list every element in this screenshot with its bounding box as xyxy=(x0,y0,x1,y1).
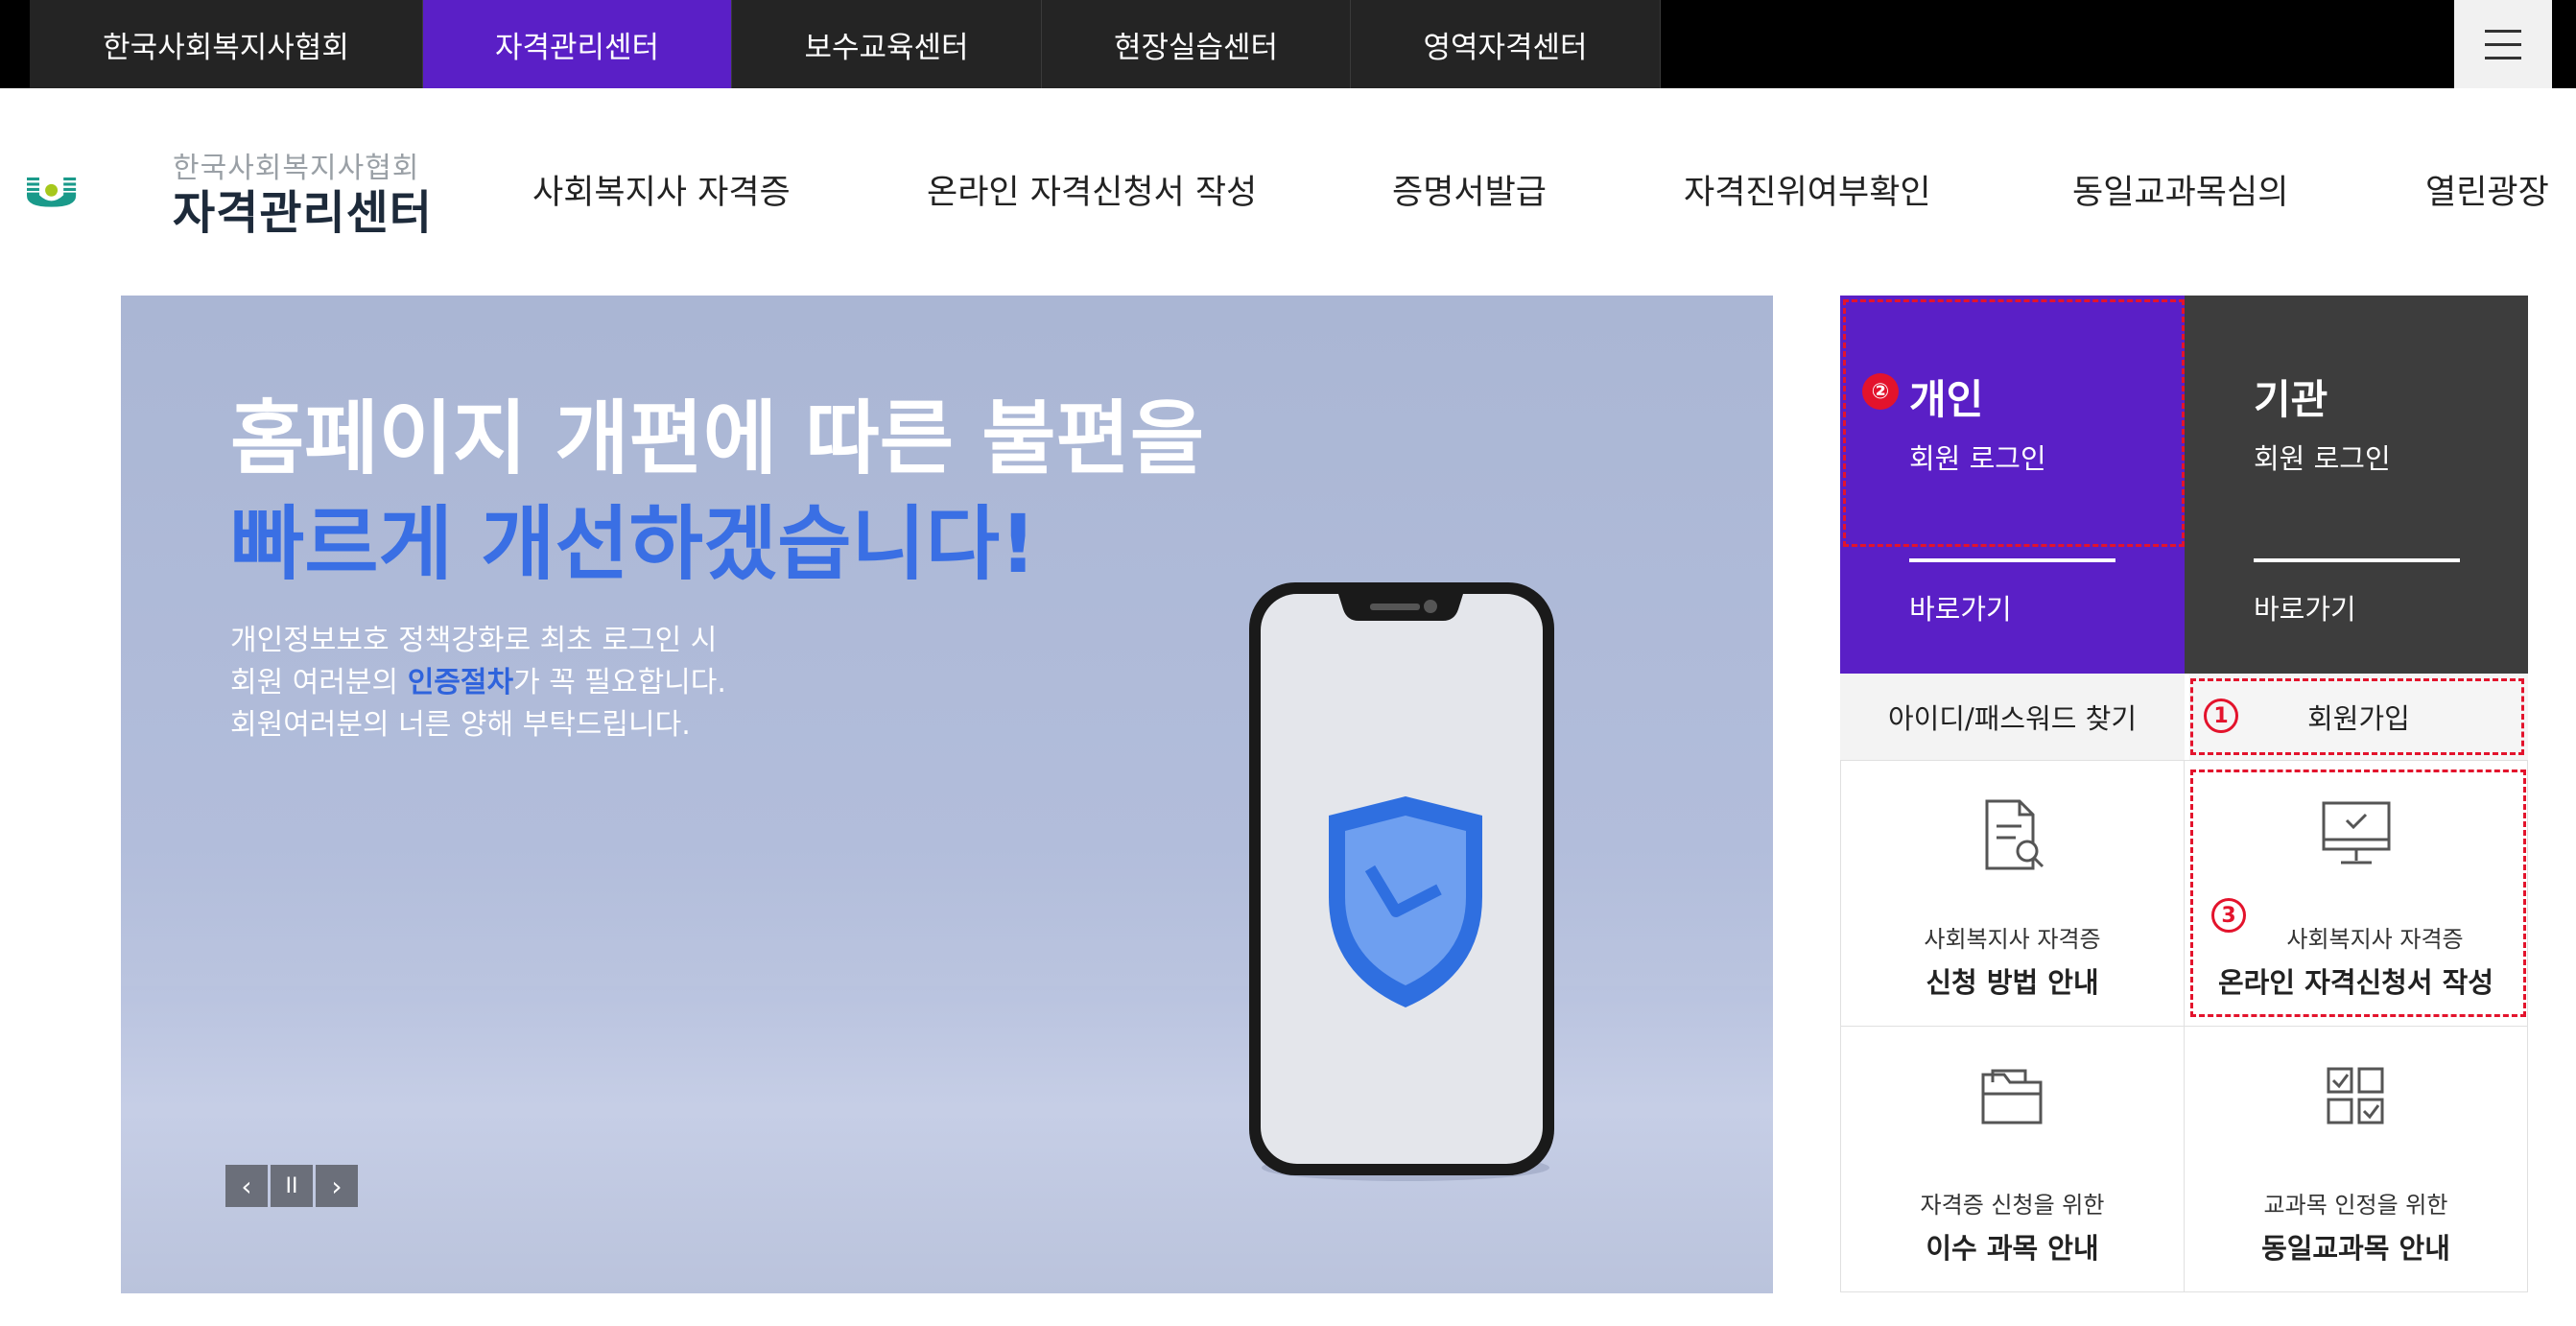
quick-link-3-title: 이수 과목 안내 xyxy=(1926,1232,2099,1265)
nav-open-forum[interactable]: 열린광장 xyxy=(2425,165,2549,214)
document-search-icon xyxy=(1985,799,2044,870)
organization-login-divider xyxy=(2254,558,2460,562)
quick-link-4-title: 동일교과목 안내 xyxy=(2261,1232,2450,1265)
folder-icon xyxy=(1981,1069,2042,1125)
banner-headline-1: 홈페이지 개편에 따른 불편을 xyxy=(230,391,1205,485)
annotation-marker-3: 3 xyxy=(2211,898,2246,933)
individual-login-divider xyxy=(1909,558,2115,562)
tab-qualification-center[interactable]: 자격관리센터 xyxy=(423,0,732,88)
top-nav: 한국사회복지사협회 자격관리센터 보수교육센터 현장실습센터 영역자격센터 xyxy=(30,0,1661,88)
banner-pause-button[interactable]: II xyxy=(271,1165,313,1207)
nav-authenticity-check[interactable]: 자격진위여부확인 xyxy=(1684,165,1931,214)
banner-desc-highlight: 인증절차 xyxy=(407,666,514,699)
smartphone-shield-icon xyxy=(1249,582,1554,1181)
annotation-marker-2: ② xyxy=(1862,373,1899,410)
tab-field-practice[interactable]: 현장실습센터 xyxy=(1042,0,1351,88)
organization-login-go-button[interactable]: 바로가기 xyxy=(2254,587,2356,627)
banner-prev-button[interactable]: ‹ xyxy=(225,1165,268,1207)
quick-link-application-guide[interactable]: 사회복지사 자격증 신청 방법 안내 xyxy=(1840,760,2185,1027)
tab-specialty-qualification[interactable]: 영역자격센터 xyxy=(1351,0,1661,88)
logo-mark-icon xyxy=(27,178,77,207)
banner-next-button[interactable]: › xyxy=(316,1165,358,1207)
banner-desc-3: 회원여러분의 너른 양해 부탁드립니다. xyxy=(230,708,691,742)
annotation-box-online-application xyxy=(2190,770,2526,1017)
nav-online-application[interactable]: 온라인 자격신청서 작성 xyxy=(927,165,1257,214)
organization-login-title: 기관 xyxy=(2254,376,2328,423)
tab-kasw[interactable]: 한국사회복지사협회 xyxy=(30,0,423,88)
annotation-marker-1: 1 xyxy=(2204,699,2238,733)
individual-login-go-button[interactable]: 바로가기 xyxy=(1909,587,2012,627)
nav-equivalent-course-review[interactable]: 동일교과목심의 xyxy=(2072,165,2288,214)
hamburger-icon[interactable] xyxy=(2454,0,2552,88)
banner-headline-2: 빠르게 개선하겠습니다! xyxy=(230,497,1037,591)
annotation-box-individual xyxy=(1843,299,2185,547)
annotation-box-signup xyxy=(2190,678,2524,755)
organization-login-subtitle: 회원 로그인 xyxy=(2254,442,2391,475)
tab-continuing-education[interactable]: 보수교육센터 xyxy=(732,0,1042,88)
organization-login-card[interactable] xyxy=(2185,296,2528,674)
banner-desc-2-text: 회원 여러분의 xyxy=(230,666,408,699)
nav-certificate-issue[interactable]: 증명서발급 xyxy=(1392,165,1547,214)
quick-link-4-small: 교과목 인정을 위한 xyxy=(2263,1192,2448,1219)
quick-link-1-small: 사회복지사 자격증 xyxy=(1924,926,2101,953)
banner-desc-2: 회원 여러분의 인증절차가 꼭 필요합니다. xyxy=(230,658,726,700)
checklist-grid-icon xyxy=(2327,1067,2383,1125)
banner-desc-1: 개인정보보호 정책강화로 최초 로그인 시 xyxy=(230,624,718,657)
quick-link-1-title: 신청 방법 안내 xyxy=(1926,966,2099,999)
quick-link-3-small: 자격증 신청을 위한 xyxy=(1920,1192,2105,1219)
quick-link-equivalent-courses[interactable]: 교과목 인정을 위한 동일교과목 안내 xyxy=(2184,1026,2528,1292)
banner-desc-2-tail: 가 꼭 필요합니다. xyxy=(513,666,726,699)
logo-title: 자격관리센터 xyxy=(173,186,433,240)
nav-sw-certificate[interactable]: 사회복지사 자격증 xyxy=(532,165,791,214)
quick-link-required-courses[interactable]: 자격증 신청을 위한 이수 과목 안내 xyxy=(1840,1026,2185,1292)
find-id-password-link[interactable]: 아이디/패스워드 찾기 xyxy=(1840,674,2185,760)
